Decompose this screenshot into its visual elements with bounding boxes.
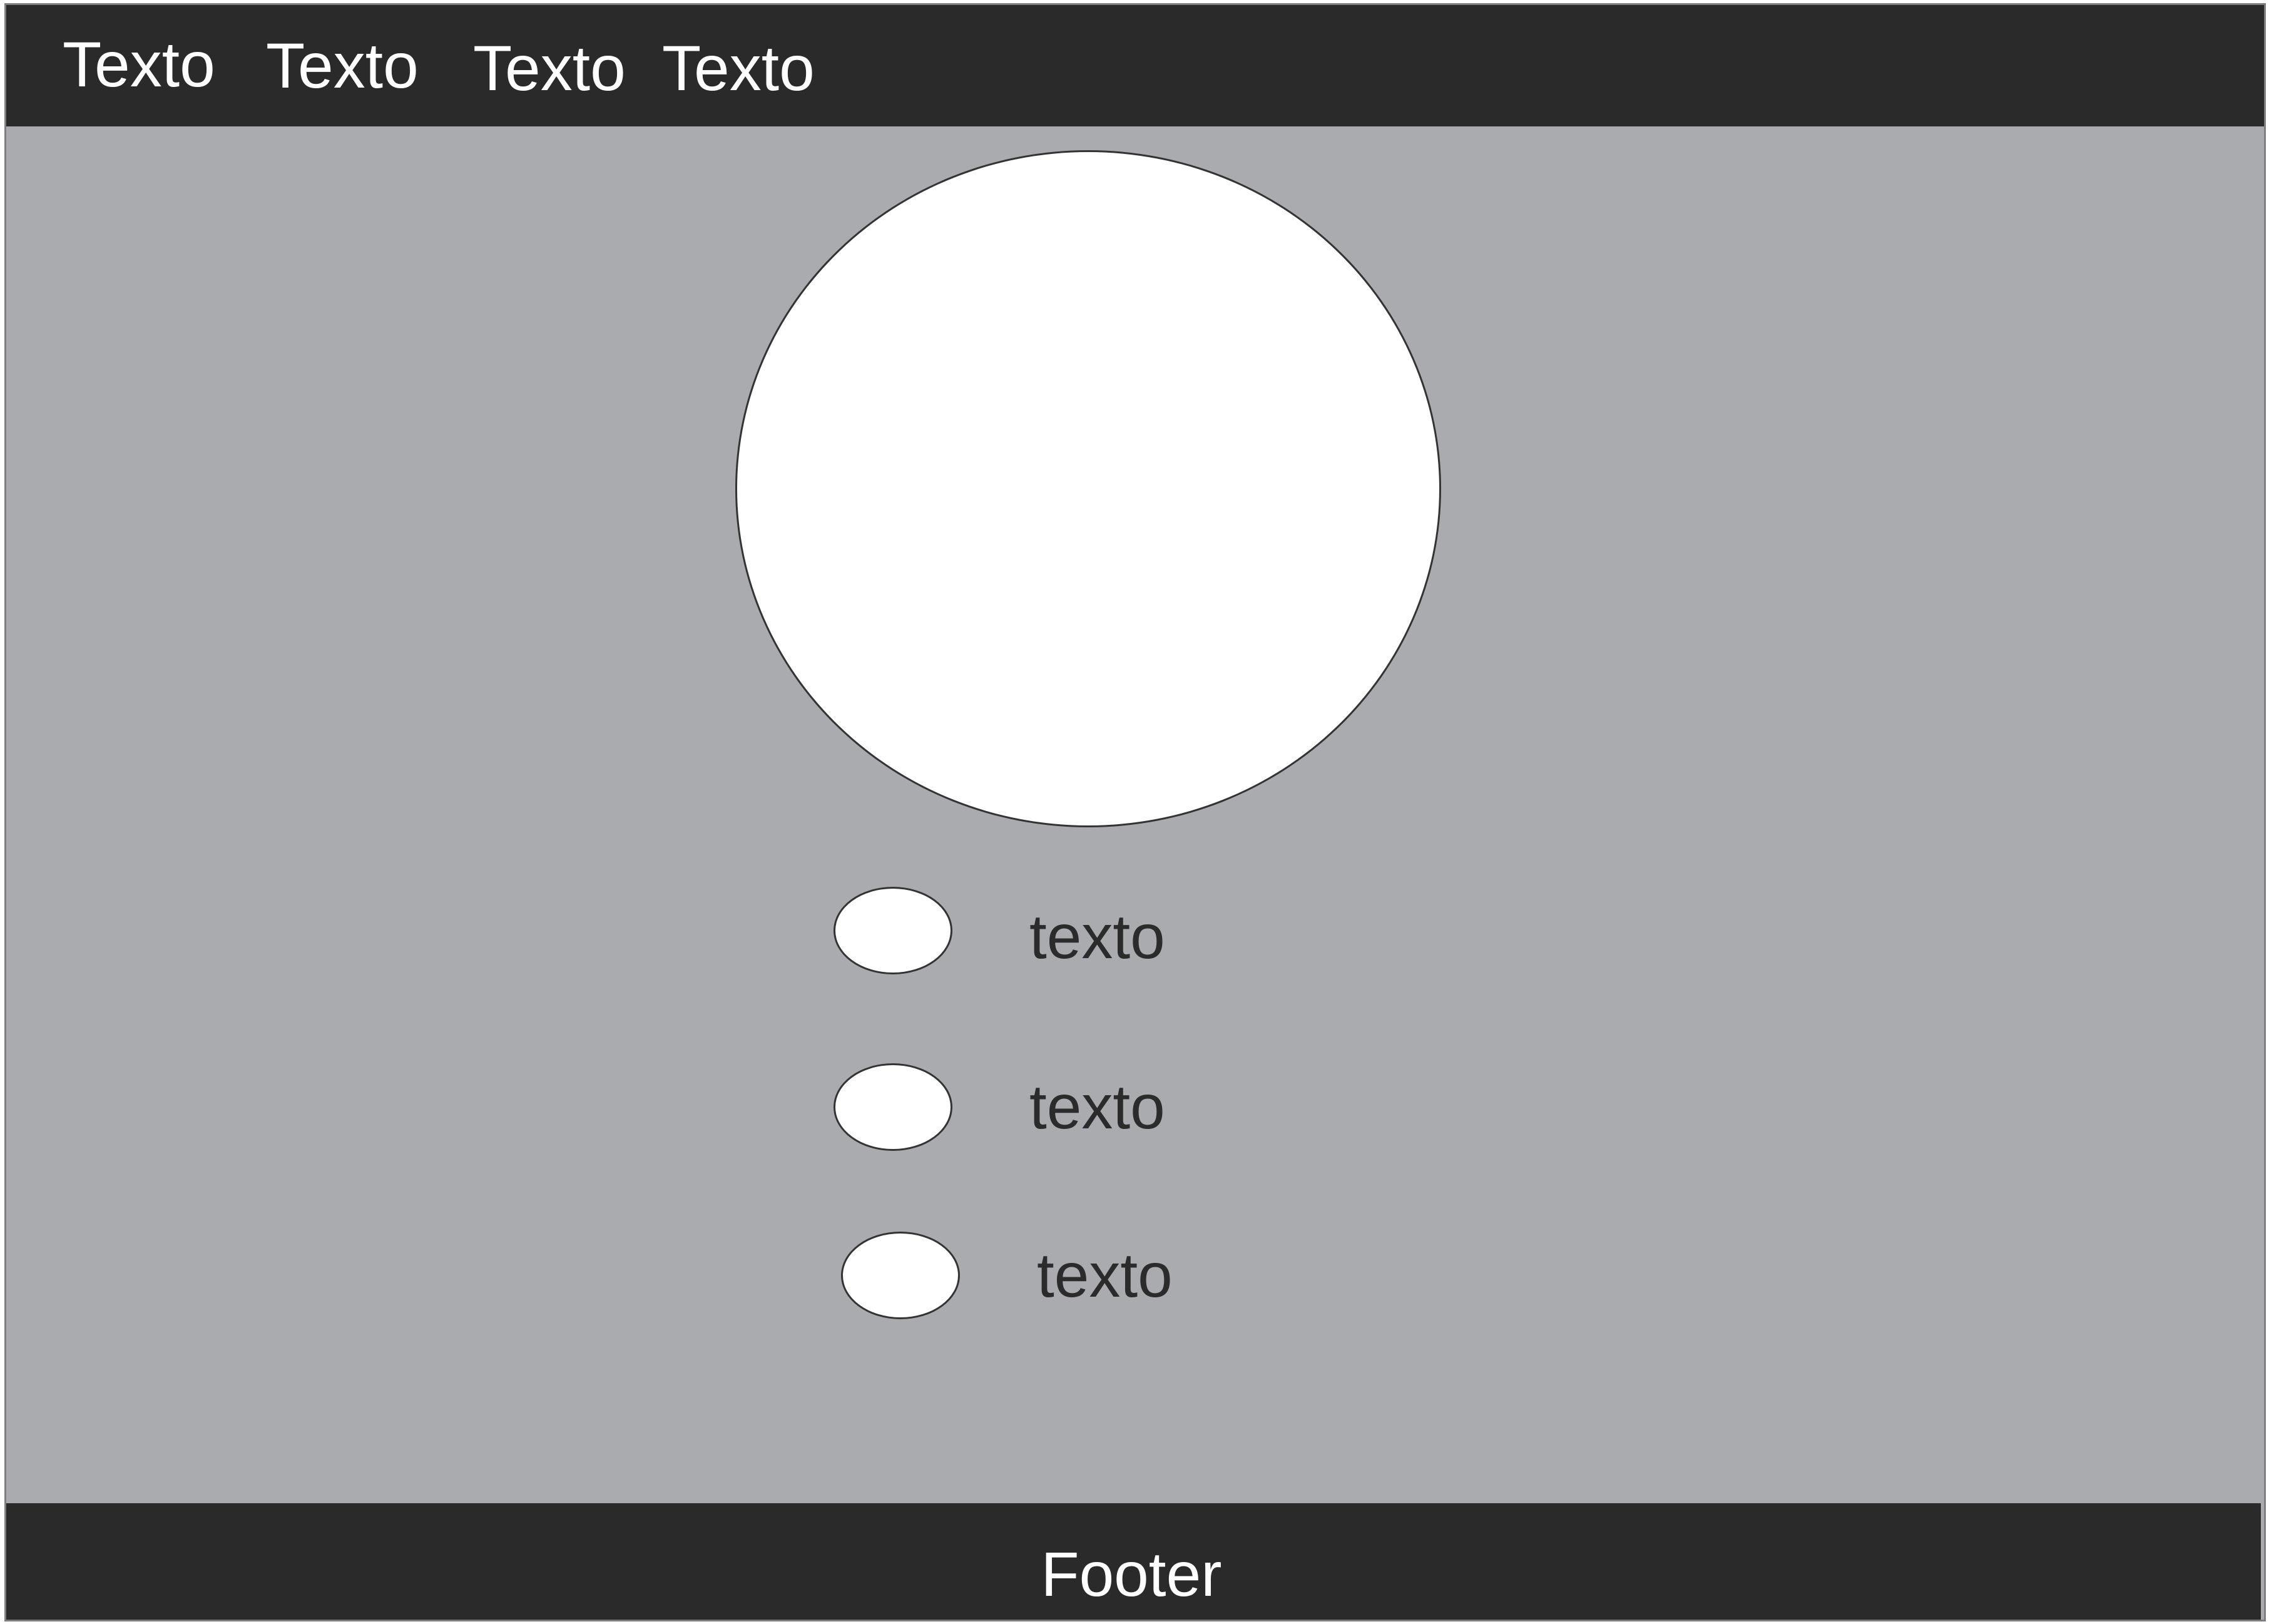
list-item-label: texto [1037,1240,1173,1310]
footer-label: Footer [1041,1540,1222,1610]
nav-item-4[interactable]: Texto [662,36,815,100]
list-item-label: texto [1029,902,1165,972]
nav-item-1[interactable]: Texto [63,33,215,96]
hero-image-placeholder [735,150,1441,827]
footer-bar: Footer [6,1503,2261,1620]
top-nav-bar: Texto Texto Texto Texto [6,5,2264,126]
nav-item-2[interactable]: Texto [266,34,419,98]
page-frame: Texto Texto Texto Texto texto texto text… [4,3,2266,1621]
nav-item-3[interactable]: Texto [473,36,626,100]
list-item-bullet [834,1063,952,1151]
list-item-label: texto [1029,1072,1165,1142]
list-item-bullet [834,887,952,974]
list-item-bullet [841,1232,960,1319]
